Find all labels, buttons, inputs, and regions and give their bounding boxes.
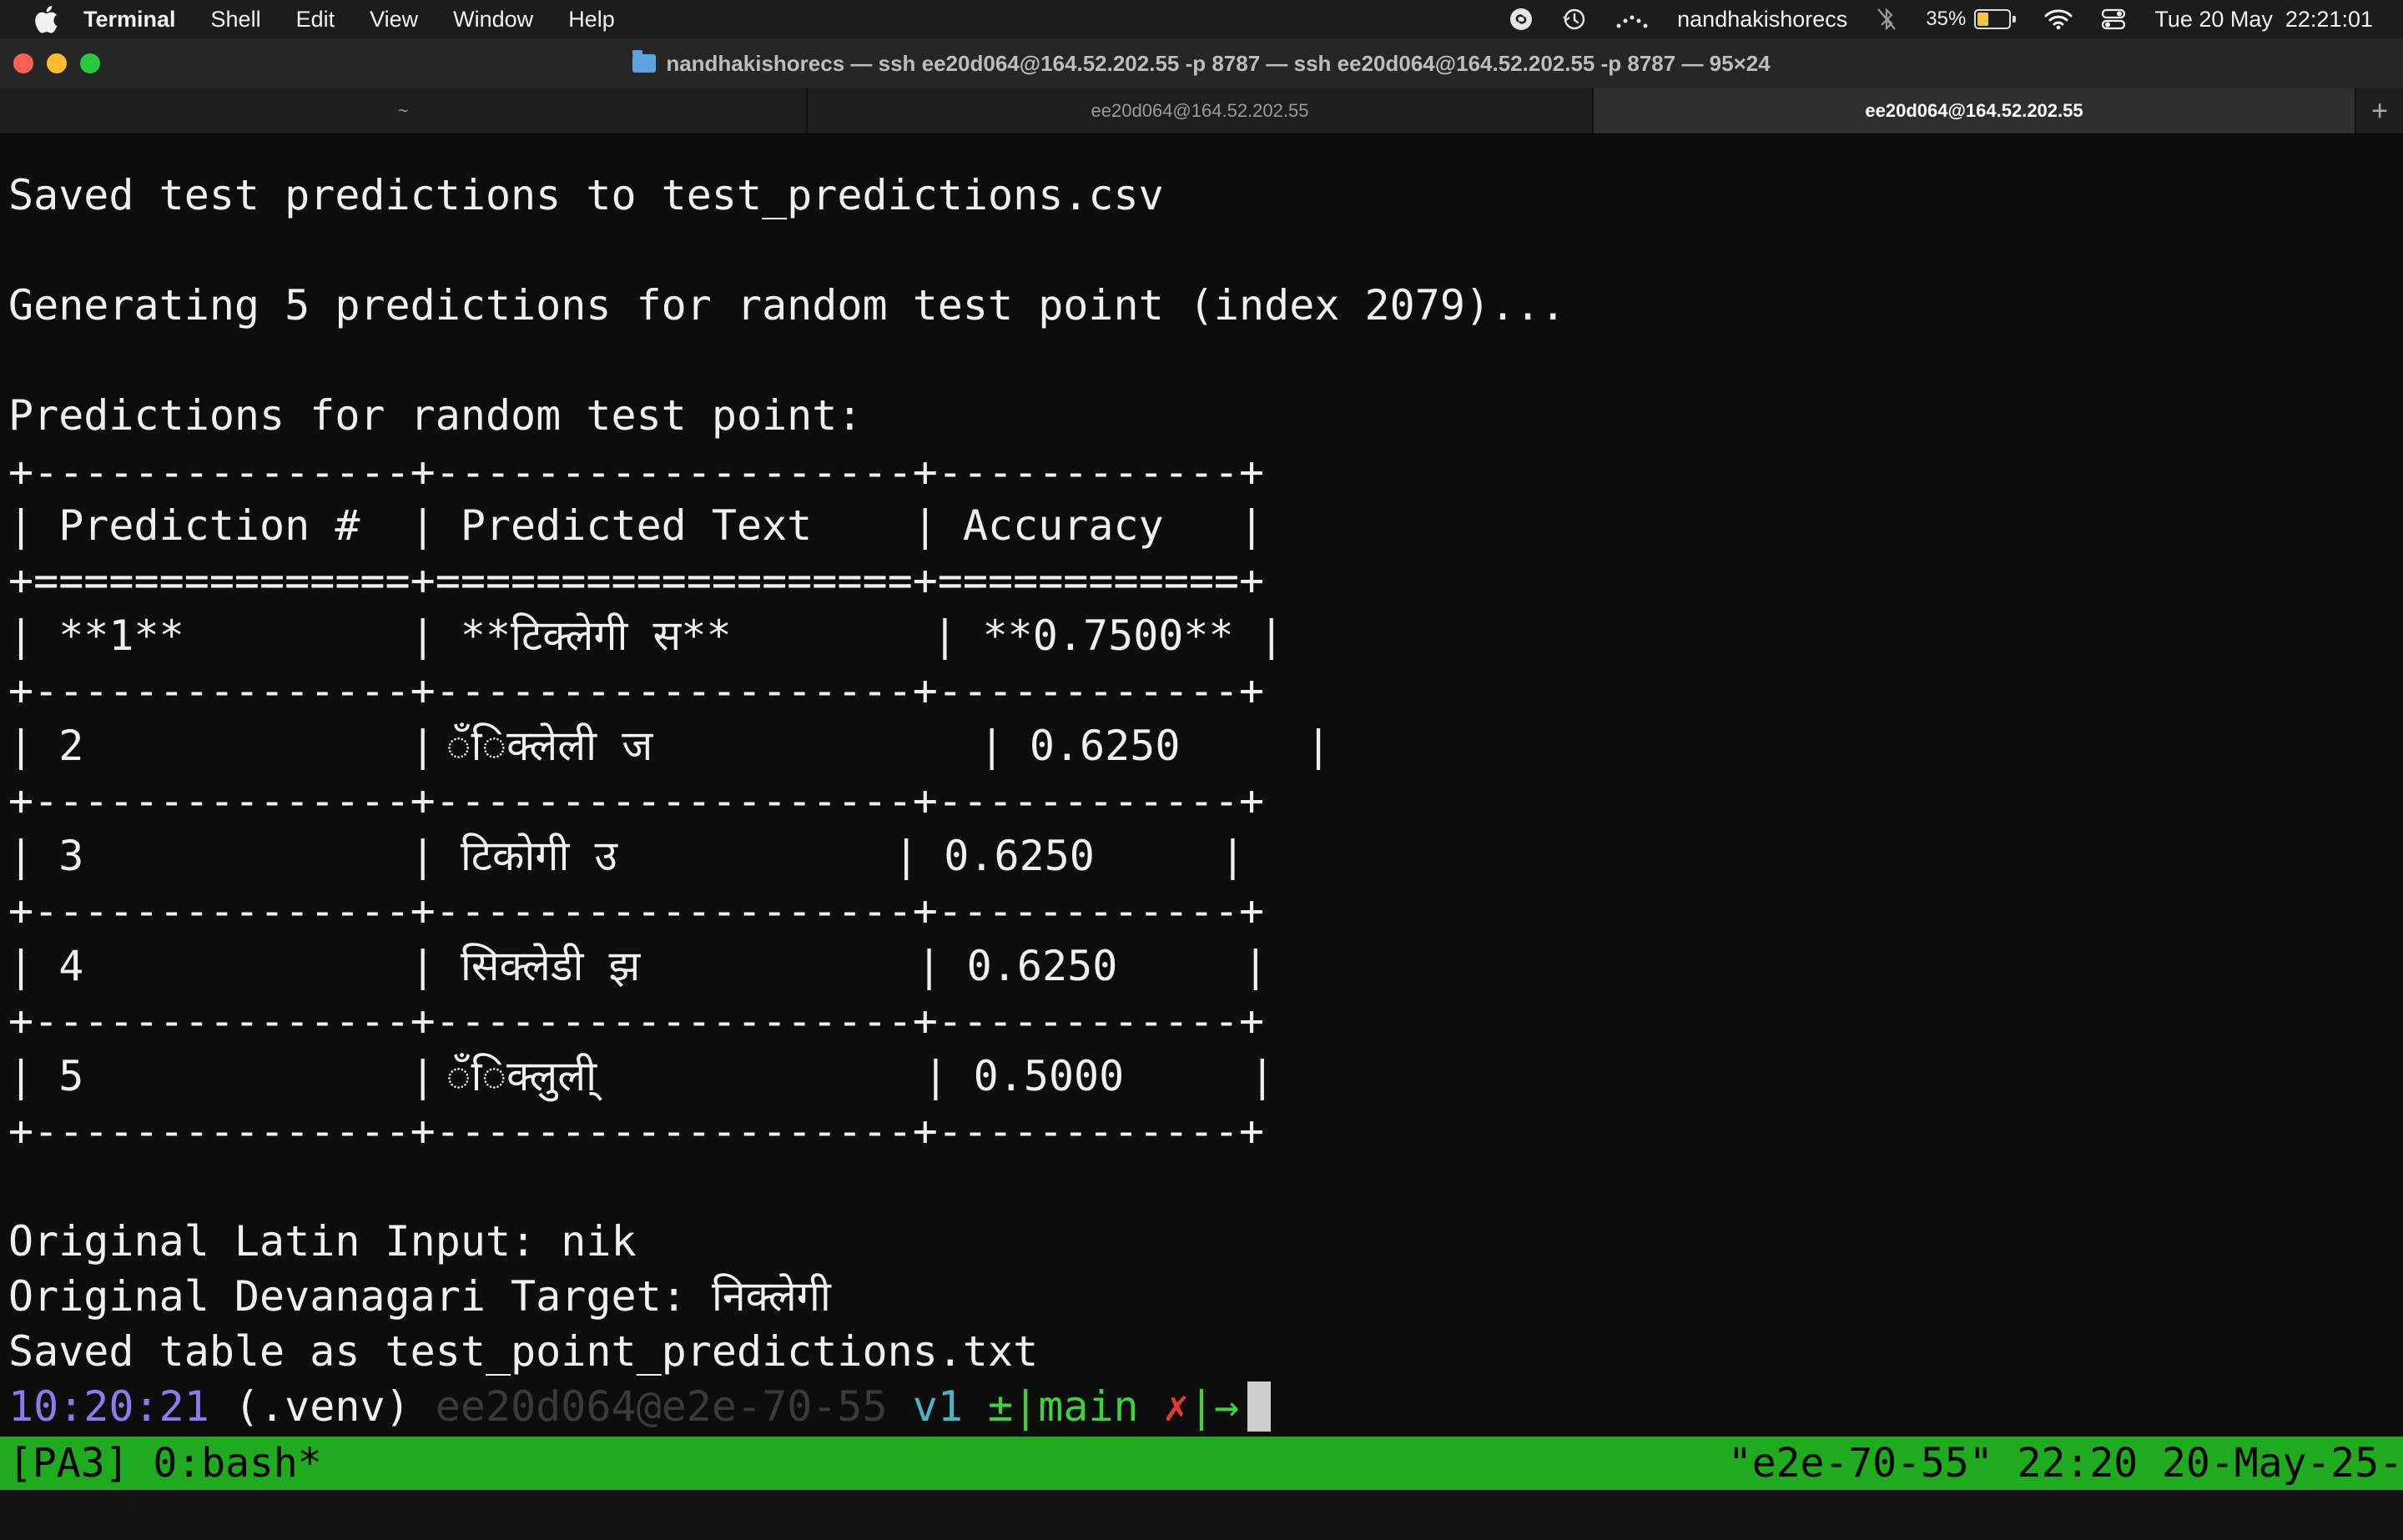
table-border: +---------------+-------------------+---… — [8, 448, 1265, 496]
menu-bar: Terminal Shell Edit View Window Help nan… — [0, 0, 2403, 38]
tab-ssh-2[interactable]: ee20d064@164.52.202.55 — [1594, 88, 2356, 133]
tab-ssh-1[interactable]: ee20d064@164.52.202.55 — [808, 88, 1594, 133]
table-row: | 5 | ॅंिक्लुली् | 0.5000 | — [8, 1052, 1275, 1100]
menu-shell[interactable]: Shell — [211, 7, 261, 33]
tmux-session-window[interactable]: [PA3] 0:bash* — [8, 1440, 322, 1487]
table-header-separator: +===============+===================+===… — [8, 556, 1265, 605]
prompt-dirty-mark: ✗ — [1163, 1382, 1189, 1431]
window-controls — [13, 53, 113, 73]
terminal-output[interactable]: Saved test predictions to test_predictio… — [0, 133, 2403, 1502]
output-line: Generating 5 predictions for random test… — [8, 281, 1566, 330]
prompt-version: v1 — [887, 1382, 989, 1431]
time-machine-icon[interactable] — [1562, 7, 1587, 32]
window-titlebar[interactable]: nandhakishorecs — ssh ee20d064@164.52.20… — [0, 38, 2403, 88]
window-title: nandhakishorecs — ssh ee20d064@164.52.20… — [666, 50, 1771, 76]
table-border: +---------------+-------------------+---… — [8, 1107, 1265, 1155]
menu-edit[interactable]: Edit — [296, 7, 335, 33]
table-row: | 2 | ॅंिक्लेली ज | 0.6250 | — [8, 722, 1332, 770]
tab-bar: ~ ee20d064@164.52.202.55 ee20d064@164.52… — [0, 88, 2403, 134]
minimize-button[interactable] — [47, 53, 67, 73]
battery-indicator[interactable]: 35% — [1926, 8, 2017, 31]
table-border: +---------------+-------------------+---… — [8, 997, 1265, 1045]
prompt-venv: (.venv) — [209, 1382, 436, 1431]
table-row: | 3 | टिकोगी उ | 0.6250 | — [8, 832, 1246, 880]
prompt-git-branch: ±|main — [988, 1382, 1164, 1431]
wifi-icon[interactable] — [2044, 8, 2073, 30]
close-button[interactable] — [13, 53, 33, 73]
table-row: | 4 | सिक्लेडी झ | 0.6250 | — [8, 942, 1268, 990]
dots-wave-icon[interactable] — [1615, 9, 1649, 29]
output-line: Original Latin Input: nik — [8, 1217, 637, 1266]
output-line: Saved table as test_point_predictions.tx… — [8, 1327, 1039, 1376]
menu-view[interactable]: View — [370, 7, 418, 33]
apple-logo-icon[interactable] — [33, 5, 58, 33]
menu-clock[interactable]: Tue 20 May 22:21:01 — [2154, 7, 2373, 33]
output-line: Original Devanagari Target: निक्लेगी — [8, 1272, 831, 1321]
output-line: Predictions for random test point: — [8, 391, 863, 440]
table-row: | **1** | **टिक्लेगी स** | **0.7500** | — [8, 611, 1284, 660]
battery-percent: 35% — [1926, 8, 1967, 30]
table-border: +---------------+-------------------+---… — [8, 777, 1265, 825]
menu-window[interactable]: Window — [453, 7, 533, 33]
tmux-host-clock: "e2e-70-55" 22:20 20-May-25- — [1727, 1440, 2403, 1487]
output-line: Saved test predictions to test_predictio… — [8, 171, 1164, 219]
table-border: +---------------+-------------------+---… — [8, 887, 1265, 935]
window-bottom-edge — [0, 1490, 2403, 1540]
menu-user[interactable]: nandhakishorecs — [1677, 7, 1847, 33]
shell-prompt[interactable]: 10:20:21 (.venv) ee20d064@e2e-70-55 v1 ±… — [8, 1381, 1272, 1432]
bluetooth-off-icon[interactable] — [1876, 7, 1897, 32]
tab-home[interactable]: ~ — [0, 88, 808, 133]
prompt-arrow: |→ — [1188, 1382, 1240, 1431]
control-center-icon[interactable] — [2101, 8, 2126, 31]
menu-app-terminal[interactable]: Terminal — [83, 7, 176, 33]
zoom-button[interactable] — [80, 53, 100, 73]
table-border: +---------------+-------------------+---… — [8, 667, 1265, 715]
tmux-status-bar: [PA3] 0:bash* "e2e-70-55" 22:20 20-May-2… — [0, 1437, 2403, 1490]
new-tab-button[interactable]: + — [2356, 88, 2403, 133]
text-cursor — [1247, 1381, 1272, 1432]
menu-help[interactable]: Help — [568, 7, 615, 33]
table-header: | Prediction # | Predicted Text | Accura… — [8, 501, 1265, 550]
prompt-time: 10:20:21 — [8, 1382, 209, 1431]
folder-icon — [632, 50, 657, 73]
terminal-window: nandhakishorecs — ssh ee20d064@164.52.20… — [0, 38, 2403, 1540]
prompt-host: ee20d064@e2e-70-55 — [435, 1382, 888, 1431]
battery-icon — [1974, 9, 2012, 29]
shazam-icon[interactable] — [1509, 7, 1534, 32]
